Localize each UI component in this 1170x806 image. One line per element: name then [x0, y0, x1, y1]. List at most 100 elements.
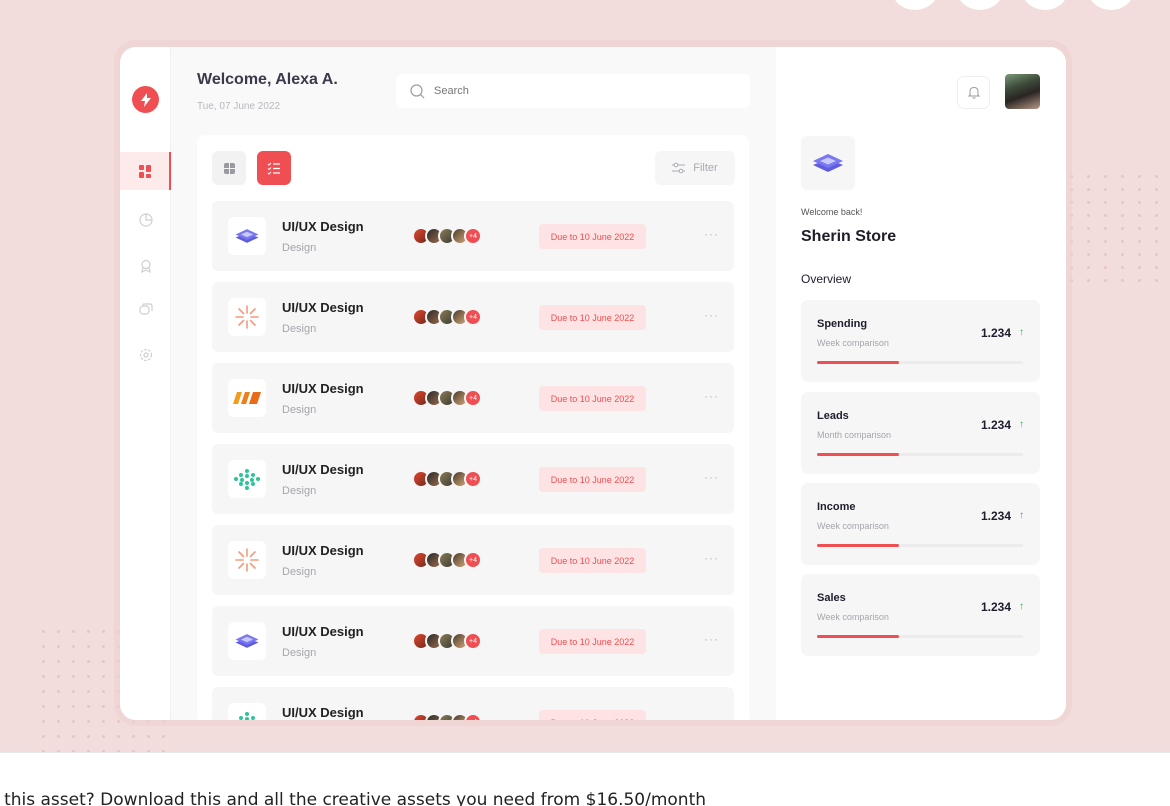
dot [1104, 175, 1107, 178]
sidebar-item-dashboard[interactable] [120, 152, 171, 190]
project-row[interactable]: UI/UX DesignDesign+4Due to 10 June 2022·… [212, 201, 734, 271]
dot [1155, 188, 1158, 191]
search-bar[interactable] [396, 74, 750, 108]
list-view-button[interactable] [257, 151, 291, 185]
more-members-badge[interactable]: +4 [464, 551, 482, 569]
project-row[interactable]: UI/UX DesignDesign+4Due to 10 June 2022·… [212, 525, 734, 595]
dot [87, 690, 90, 693]
decorative-circle [1088, 0, 1134, 10]
progress-fill [817, 635, 900, 638]
stat-title: Income [817, 501, 856, 513]
promo-text[interactable]: t this asset? Download this and all the … [0, 790, 706, 806]
team-avatars[interactable]: +4 [412, 713, 482, 720]
stat-card[interactable]: Sales Week comparison 1.234 ↑ [801, 574, 1040, 656]
dot [1138, 175, 1141, 178]
team-avatars[interactable]: +4 [412, 227, 482, 245]
more-options-icon[interactable]: ··· [704, 713, 719, 720]
dot [1087, 253, 1090, 256]
store-name: Sherin Store [801, 228, 897, 245]
dot [117, 720, 120, 723]
avatar[interactable] [1005, 74, 1040, 109]
dot [1121, 188, 1124, 191]
dot [1138, 188, 1141, 191]
dot [42, 720, 45, 723]
team-avatars[interactable]: +4 [412, 308, 482, 326]
project-row[interactable]: UI/UX DesignDesign+4Due to 10 June 2022·… [212, 444, 734, 514]
notifications-button[interactable] [957, 76, 990, 109]
team-avatars[interactable]: +4 [412, 389, 482, 407]
dots-icon [228, 460, 266, 498]
dot [1087, 201, 1090, 204]
dot [42, 705, 45, 708]
dot [1138, 279, 1141, 282]
search-input[interactable] [434, 85, 714, 97]
sidebar-item-messages[interactable] [120, 291, 171, 329]
project-row[interactable]: UI/UX DesignDesign+4Due to 10 June 2022·… [212, 282, 734, 352]
more-options-icon[interactable]: ··· [704, 470, 719, 484]
dot [87, 645, 90, 648]
team-avatars[interactable]: +4 [412, 470, 482, 488]
filter-button[interactable]: Filter [655, 151, 735, 185]
project-row[interactable]: UI/UX DesignDesign+4Due to 10 June 2022·… [212, 687, 734, 720]
trend-up-icon: ↑ [1019, 419, 1024, 430]
progress-track [817, 544, 1023, 547]
dot [72, 720, 75, 723]
layers-icon [228, 622, 266, 660]
dot [57, 735, 60, 738]
project-title: UI/UX Design [282, 705, 364, 720]
more-members-badge[interactable]: +4 [464, 713, 482, 720]
project-category: Design [282, 323, 317, 335]
more-options-icon[interactable]: ··· [704, 308, 719, 322]
dot-pattern [1070, 175, 1170, 282]
progress-fill [817, 453, 900, 456]
dot [72, 705, 75, 708]
stat-card[interactable]: Spending Week comparison 1.234 ↑ [801, 300, 1040, 382]
stat-card[interactable]: Leads Month comparison 1.234 ↑ [801, 392, 1040, 474]
more-members-badge[interactable]: +4 [464, 227, 482, 245]
dot [1138, 201, 1141, 204]
more-members-badge[interactable]: +4 [464, 308, 482, 326]
dot [42, 735, 45, 738]
dot [1138, 253, 1141, 256]
more-members-badge[interactable]: +4 [464, 389, 482, 407]
due-date-badge: Due to 10 June 2022 [539, 710, 646, 720]
stat-card[interactable]: Income Week comparison 1.234 ↑ [801, 483, 1040, 565]
stat-value: 1.234 [980, 509, 1011, 523]
dot [57, 705, 60, 708]
grid-view-button[interactable] [212, 151, 246, 185]
dot [72, 645, 75, 648]
more-options-icon[interactable]: ··· [704, 389, 719, 403]
dot [87, 660, 90, 663]
store-logo-icon [801, 136, 855, 190]
sidebar-item-award[interactable] [120, 247, 171, 285]
dot [1121, 253, 1124, 256]
progress-track [817, 453, 1023, 456]
app-logo-icon[interactable] [132, 86, 159, 113]
project-row[interactable]: UI/UX DesignDesign+4Due to 10 June 2022·… [212, 606, 734, 676]
main-content: Welcome, Alexa A. Tue, 07 June 2022 Filt… [171, 47, 776, 720]
dot [102, 630, 105, 633]
more-members-badge[interactable]: +4 [464, 470, 482, 488]
more-options-icon[interactable]: ··· [704, 632, 719, 646]
more-options-icon[interactable]: ··· [704, 551, 719, 565]
team-avatars[interactable]: +4 [412, 632, 482, 650]
dot [87, 720, 90, 723]
sidebar-item-settings[interactable] [120, 336, 171, 374]
sidebar-item-chart[interactable] [120, 201, 171, 239]
dot [1121, 227, 1124, 230]
grid-icon [223, 162, 235, 174]
decorative-circle [957, 0, 1003, 10]
team-avatars[interactable]: +4 [412, 551, 482, 569]
asterisk-icon [228, 298, 266, 336]
project-title: UI/UX Design [282, 624, 364, 639]
due-date-badge: Due to 10 June 2022 [539, 548, 646, 573]
dot [1087, 188, 1090, 191]
dot [102, 675, 105, 678]
stat-value: 1.234 [980, 326, 1011, 340]
project-row[interactable]: UI/UX DesignDesign+4Due to 10 June 2022·… [212, 363, 734, 433]
more-options-icon[interactable]: ··· [704, 227, 719, 241]
dot [1104, 188, 1107, 191]
dot [1155, 266, 1158, 269]
more-members-badge[interactable]: +4 [464, 632, 482, 650]
dot [72, 660, 75, 663]
